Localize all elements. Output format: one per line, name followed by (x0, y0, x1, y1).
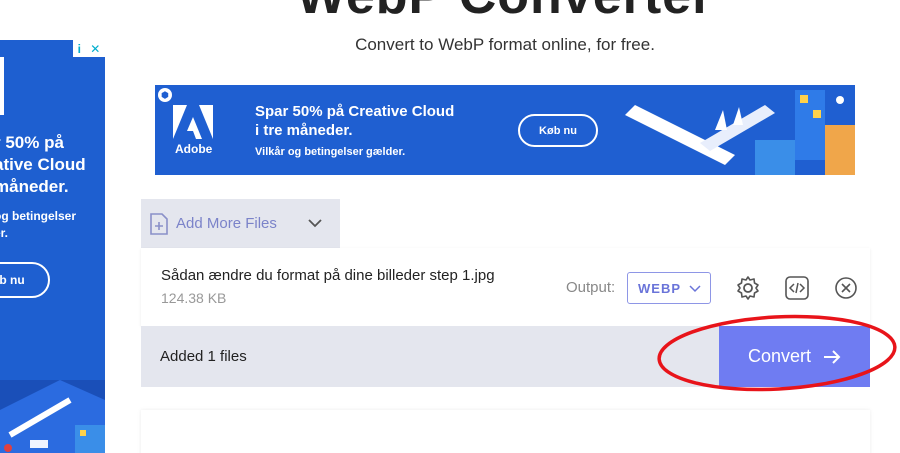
convert-button[interactable]: Convert (719, 326, 870, 387)
file-add-icon (150, 212, 168, 235)
top-ad-banner[interactable]: ⬢ Adobe Spar 50% på Creative Cloud i tre… (155, 85, 855, 175)
convert-label: Convert (747, 346, 812, 366)
left-ad-buy-button[interactable]: øb nu (0, 262, 50, 298)
code-icon[interactable] (784, 275, 810, 301)
remove-file-icon[interactable] (833, 275, 859, 301)
page-title: WebP Converter (0, 0, 900, 26)
page: WebP Converter Convert to WebP format on… (0, 0, 900, 453)
adobe-logo-icon (173, 105, 213, 139)
top-ad-title: Spar 50% på Creative Cloud i tre måneder… (255, 103, 455, 139)
left-ad-title: r 50% på ative Cloud måneder. (0, 133, 86, 196)
chevron-down-icon (689, 285, 701, 293)
output-format-value: WEBP (638, 280, 681, 296)
ad-illustration (0, 380, 105, 453)
output-label: Output: (566, 279, 616, 296)
top-ad-terms: Vilkår og betingelser gælder. (255, 146, 406, 158)
ad-shield-icon: ⬢ (158, 88, 172, 102)
adchoices-badge[interactable]: i ✕ (73, 40, 105, 57)
page-subtitle: Convert to WebP format online, for free. (355, 35, 655, 54)
info-icon[interactable]: i (78, 42, 81, 56)
file-size: 124.38 KB (161, 290, 227, 306)
left-ad-terms: og betingelser er. (0, 209, 77, 240)
file-name: Sådan ændre du format på dine billeder s… (161, 267, 495, 284)
arrow-right-icon (824, 349, 841, 364)
add-more-files-label: Add More Files (176, 215, 277, 232)
chevron-down-icon[interactable] (307, 217, 323, 229)
adobe-wordmark: Adobe (175, 142, 213, 156)
files-added-status: Added 1 files (160, 348, 247, 365)
add-more-files-button[interactable]: Add More Files (141, 199, 340, 248)
top-ad-buy-button[interactable]: Køb nu (518, 114, 598, 147)
lower-panel (141, 410, 870, 453)
file-row: Sådan ændre du format på dine billeder s… (141, 248, 870, 326)
left-ad-banner[interactable]: i ✕ r 50% på ative Cloud måneder. og bet… (0, 40, 105, 453)
ad-illustration (615, 85, 855, 175)
gear-icon[interactable] (735, 275, 761, 301)
adobe-logo-fragment (0, 57, 4, 115)
action-bar: Added 1 files Convert (141, 326, 870, 387)
output-format-select[interactable]: WEBP (627, 272, 711, 304)
close-icon[interactable]: ✕ (90, 42, 100, 56)
